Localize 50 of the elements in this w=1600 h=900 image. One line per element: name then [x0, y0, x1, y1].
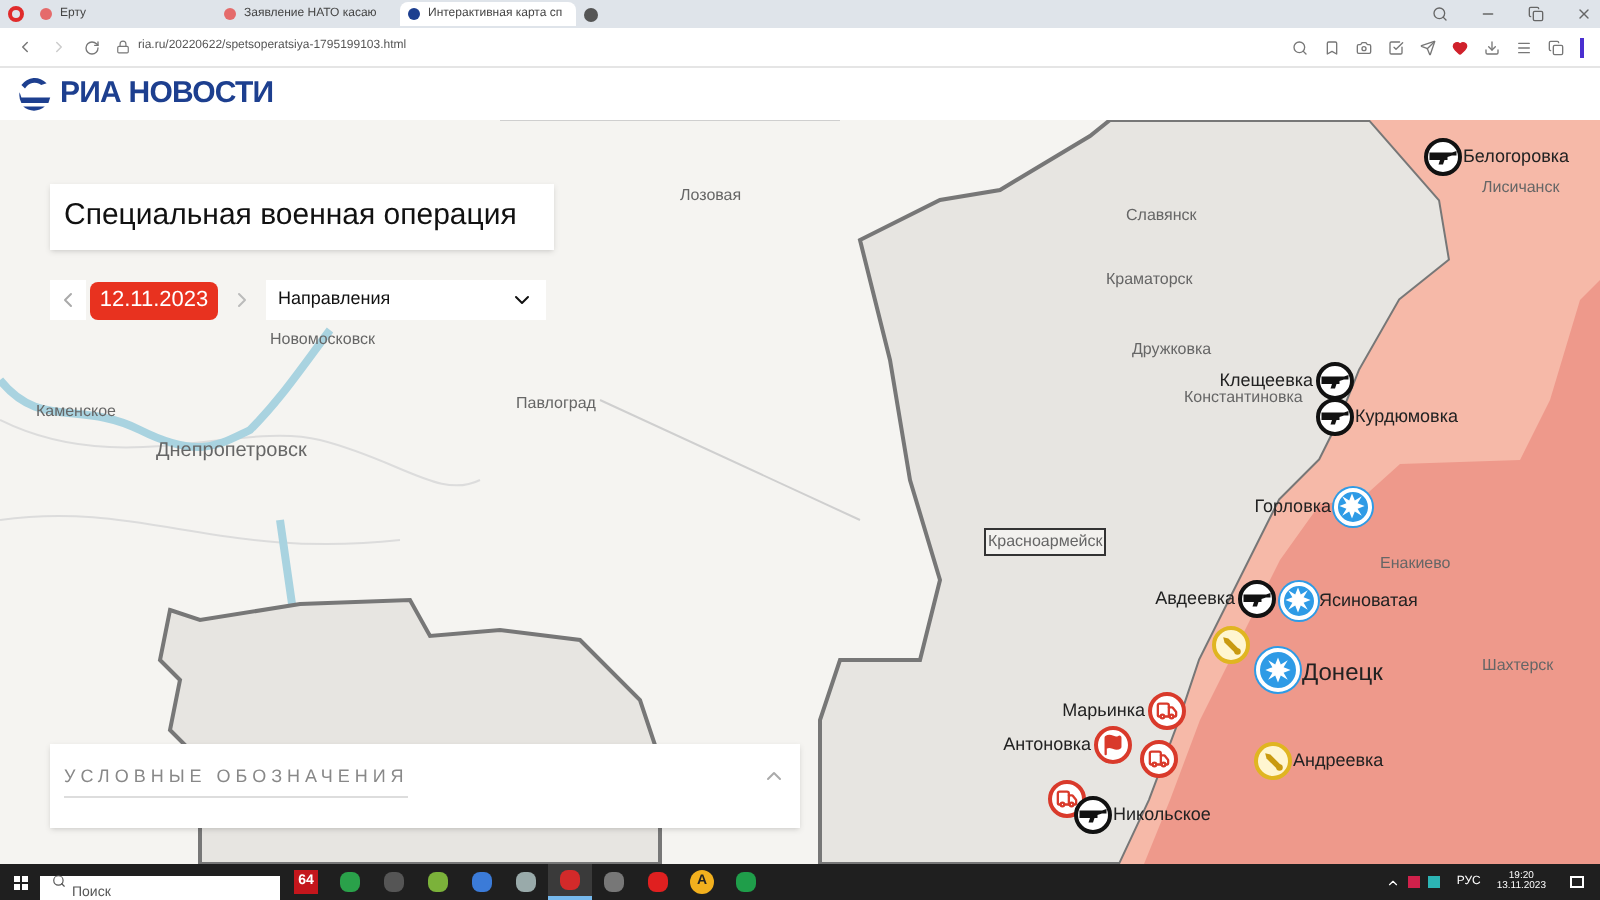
directions-dropdown[interactable]: Направления — [266, 280, 546, 320]
place-label: Курдюмовка — [1355, 404, 1458, 430]
restore-icon[interactable] — [1528, 6, 1544, 22]
tray-expand-icon[interactable] — [1386, 875, 1401, 889]
place-label: Антоновка — [1003, 732, 1091, 758]
place-label: Клещеевка — [1219, 368, 1313, 391]
camera-icon[interactable] — [1356, 39, 1372, 55]
send-icon[interactable] — [1420, 39, 1436, 55]
city-label: Днепропетровск — [156, 438, 307, 466]
zoom-icon[interactable] — [1292, 39, 1308, 55]
place-label: Донецк — [1302, 656, 1383, 690]
city-label: Лозовая — [680, 184, 742, 208]
city-label: Константиновка — [1184, 388, 1303, 410]
taskbar-app[interactable] — [548, 864, 592, 900]
city-label: Новомосковск — [270, 328, 375, 352]
date-button[interactable]: 12.11.2023 — [90, 281, 218, 319]
city-label: Павлоград — [516, 392, 596, 416]
heart-icon[interactable] — [1452, 39, 1468, 55]
city-label: Дружковка — [1132, 338, 1212, 362]
reload-icon[interactable] — [84, 39, 100, 55]
explosion-icon[interactable] — [1333, 487, 1371, 525]
browser-logo-icon[interactable] — [8, 6, 24, 22]
explosion-icon[interactable] — [1256, 648, 1300, 692]
globe-logo-icon — [16, 76, 52, 112]
notification-icon[interactable] — [1570, 876, 1584, 888]
city-label: Красноармейск — [984, 528, 1107, 556]
tabs-icon[interactable] — [1548, 39, 1564, 55]
close-icon[interactable] — [1576, 6, 1592, 22]
download-icon[interactable] — [1484, 39, 1500, 55]
place-label: Андреевка — [1293, 748, 1384, 774]
sidebar-indicator — [1580, 37, 1584, 57]
city-label: Краматорск — [1106, 268, 1193, 292]
city-label: Шахтерск — [1482, 654, 1554, 678]
checkbox-icon[interactable] — [1388, 39, 1404, 55]
site-logo[interactable]: РИА НОВОСТИ — [60, 71, 274, 117]
city-label: Лисичанск — [1482, 176, 1560, 200]
search-icon[interactable] — [1432, 6, 1448, 22]
bookmark-icon[interactable] — [1324, 39, 1340, 55]
back-icon[interactable] — [16, 38, 34, 56]
lock-icon — [116, 40, 130, 54]
city-label: Славянск — [1126, 204, 1197, 228]
place-label: Белогоровка — [1463, 144, 1569, 170]
menu-icon[interactable] — [1516, 39, 1532, 55]
place-label: Марьинка — [1062, 698, 1145, 724]
legend-title: УСЛОВНЫЕ ОБОЗНАЧЕНИЯ — [64, 764, 409, 797]
map-title: Специальная военная операция — [64, 196, 517, 237]
new-tab-icon[interactable] — [584, 7, 598, 21]
place-label: Ясиноватая — [1319, 588, 1418, 614]
city-label: Енакиево — [1380, 552, 1451, 576]
search-icon — [52, 874, 66, 888]
